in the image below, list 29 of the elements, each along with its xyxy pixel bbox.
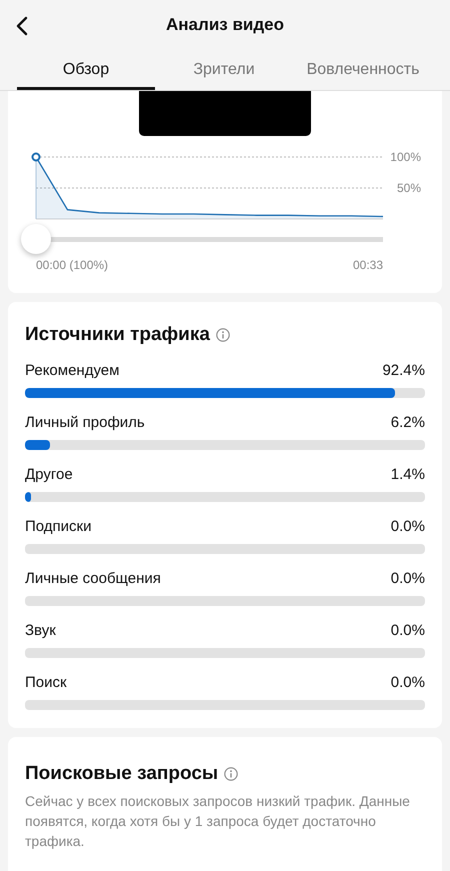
end-time: 00:33 [352, 258, 383, 272]
source-percent: 6.2% [390, 414, 425, 431]
source-label: Подписки [25, 518, 92, 535]
screen-title: Анализ видео [166, 15, 284, 35]
tab[interactable]: Зрители [155, 50, 293, 90]
data-point [32, 152, 40, 162]
info-icon[interactable] [216, 328, 230, 342]
source-label: Другое [25, 466, 73, 483]
start-time: 00:00 (100%) [36, 258, 108, 272]
source-percent: 0.0% [390, 622, 425, 639]
tab[interactable]: Вовлеченность [293, 50, 433, 90]
source-label: Рекомендуем [25, 362, 120, 379]
axis-label: 100% [390, 150, 421, 164]
source-percent: 0.0% [390, 674, 425, 691]
source-percent: 0.0% [390, 518, 425, 535]
section-title: Поисковые запросы [25, 763, 218, 785]
source-label: Поиск [25, 674, 67, 691]
axis-label: 50% [396, 181, 421, 195]
source-label: Личные сообщения [25, 570, 161, 587]
source-label: Личный профиль [25, 414, 145, 431]
back-icon[interactable] [16, 16, 28, 36]
section-title: Источники трафика [25, 324, 210, 346]
slider-thumb[interactable] [21, 224, 51, 254]
source-label: Звук [25, 622, 56, 639]
source-percent: 1.4% [390, 466, 425, 483]
info-message: Сейчас у всех поисковых запросов низкий трафик. Данные появятся, когда хотя бы у 1 запроса будет достаточно трафика. [25, 792, 411, 851]
source-percent: 0.0% [390, 570, 425, 587]
source-percent: 92.4% [382, 362, 425, 379]
info-icon[interactable] [224, 767, 238, 781]
